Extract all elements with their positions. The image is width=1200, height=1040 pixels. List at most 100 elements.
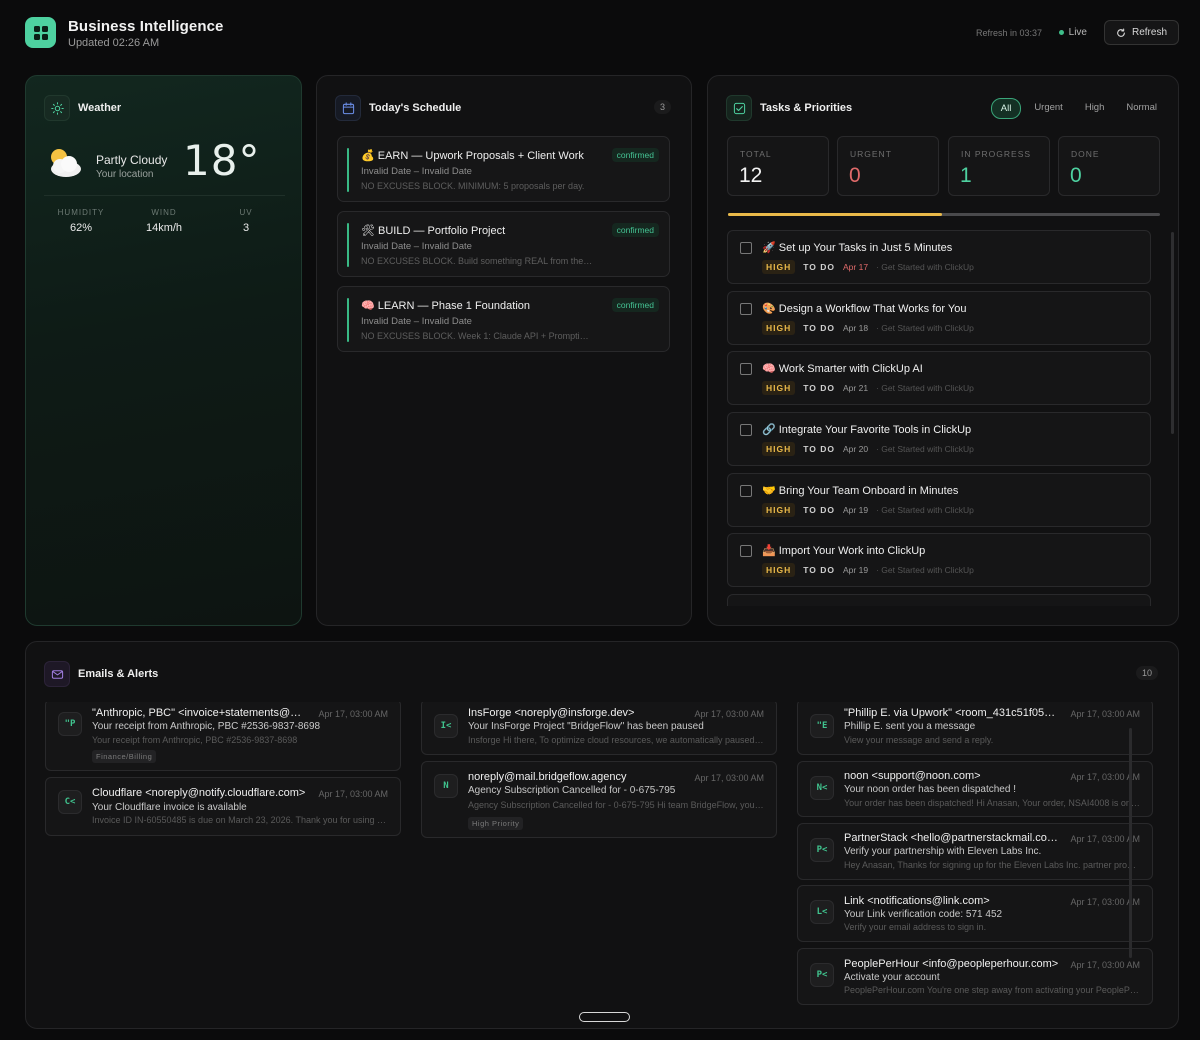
task-item[interactable]: 🎨 Design a Workflow That Works for You H… [727,291,1151,345]
task-item[interactable]: 🔗 Integrate Your Favorite Tools in Click… [727,412,1151,466]
priority-badge: HIGH [762,381,796,395]
task-title: 🤝 Bring Your Team Onboard in Minutes [762,485,959,497]
task-meta: HIGH TO DO Apr 19 · Get Started with Cli… [762,503,974,517]
task-item[interactable]: 🤝 Bring Your Team Onboard in Minutes HIG… [727,473,1151,527]
schedule-count-badge: 3 [653,100,671,114]
filter-all[interactable]: All [990,98,1022,119]
email-time: Apr 17, 03:00 AM [318,789,388,799]
task-list[interactable]: 🚀 Set up Your Tasks in Just 5 Minutes HI… [727,230,1163,606]
email-item[interactable]: N< noon <support@noon.com> Apr 17, 03:00… [797,761,1153,817]
email-list[interactable]: "P "Anthropic, PBC" <invoice+statements@… [26,702,1178,1022]
task-source: · Get Started with ClickUp [876,323,974,333]
task-item[interactable]: 📥 Import Your Work into ClickUp HIGH TO … [727,533,1151,587]
email-sender: Cloudflare <noreply@notify.cloudflare.co… [92,787,306,799]
weather-condition: Partly Cloudy [96,153,168,167]
emails-card: Emails & Alerts 10 "P "Anthropic, PBC" <… [25,641,1179,1029]
task-source: · Get Started with ClickUp [876,565,974,575]
task-title: 📥 Import Your Work into ClickUp [762,545,926,557]
task-checkbox[interactable] [740,242,752,254]
task-checkbox[interactable] [740,424,752,436]
email-preview: PeoplePerHour.com You're one step away f… [844,985,1140,995]
email-time: Apr 17, 03:00 AM [318,709,388,719]
email-list-scrollbar[interactable] [1129,728,1132,958]
schedule-item-date: Invalid Date – Invalid Date [361,166,472,177]
email-sender: noreply@mail.bridgeflow.agency [468,771,627,783]
task-list-scrollbar[interactable] [1171,232,1174,434]
task-status: TO DO [803,383,836,393]
filter-high[interactable]: High [1076,98,1114,119]
filter-urgent[interactable]: Urgent [1025,98,1072,119]
email-sender: InsForge <noreply@insforge.dev> [468,707,635,719]
email-time: Apr 17, 03:00 AM [694,709,764,719]
stat-in-progress: IN PROGRESS 1 [948,136,1050,196]
task-item[interactable]: 🚀 Set up Your Tasks in Just 5 Minutes HI… [727,230,1151,284]
uv-value: 3 [242,222,250,234]
task-meta: HIGH TO DO Apr 18 · Get Started with Cli… [762,321,974,335]
task-source-label: Get Started with ClickUp [881,444,974,454]
task-source: · Get Started with ClickUp [876,383,974,393]
weather-divider [44,195,285,196]
task-checkbox[interactable] [740,545,752,557]
uv-label: UV [239,208,253,217]
task-status: TO DO [803,323,836,333]
task-source-label: Get Started with ClickUp [881,383,974,393]
mail-icon [44,661,70,687]
email-subject: Your InsForge Project "BridgeFlow" has b… [468,721,704,732]
email-subject: Your Cloudflare invoice is available [92,802,247,813]
email-subject: Activate your account [844,972,940,983]
home-indicator[interactable] [579,1012,630,1022]
schedule-accent-bar [347,148,349,192]
task-item-partial[interactable] [727,594,1151,606]
schedule-item[interactable]: 🧠 LEARN — Phase 1 Foundation Invalid Dat… [337,286,670,352]
priority-badge: HIGH [762,260,796,274]
task-item[interactable]: 🧠 Work Smarter with ClickUp AI HIGH TO D… [727,351,1151,405]
emails-title: Emails & Alerts [78,668,159,680]
schedule-item-title: 🧠 LEARN — Phase 1 Foundation [361,300,531,312]
email-sender: Link <notifications@link.com> [844,895,990,907]
email-item[interactable]: P< PeoplePerHour <info@peopleperhour.com… [797,948,1153,1005]
refresh-button[interactable]: Refresh [1104,20,1179,45]
email-subject: Your noon order has been dispatched ! [844,784,1016,795]
email-subject: Your Link verification code: 571 452 [844,909,1003,920]
email-label-tag: High Priority [468,817,524,830]
task-title: 🚀 Set up Your Tasks in Just 5 Minutes [762,242,953,254]
status-badge: confirmed [611,148,659,162]
email-item[interactable]: P< PartnerStack <hello@partnerstackmail.… [797,823,1153,880]
status-badge: confirmed [611,298,659,312]
email-time: Apr 17, 03:00 AM [694,773,764,783]
wind-label: WIND [151,208,177,217]
email-item[interactable]: "E "Phillip E. via Upwork" <room_431c51f… [797,702,1153,755]
task-checkbox[interactable] [740,363,752,375]
schedule-accent-bar [347,298,349,342]
email-item[interactable]: C< Cloudflare <noreply@notify.cloudflare… [45,777,401,836]
task-progress-fill [728,213,942,216]
email-item[interactable]: I< InsForge <noreply@insforge.dev> Apr 1… [421,702,777,755]
schedule-item[interactable]: 💰 EARN — Upwork Proposals + Client Work … [337,136,670,202]
email-avatar: L< [810,900,834,924]
stat-value: 0 [1070,164,1082,187]
stat-label: TOTAL [740,149,772,159]
email-sender: noon <support@noon.com> [844,770,981,782]
email-item[interactable]: L< Link <notifications@link.com> Apr 17,… [797,885,1153,942]
live-dot-icon [1058,30,1064,35]
weather-title: Weather [78,102,122,114]
schedule-item[interactable]: 🛠 BUILD — Portfolio Project Invalid Date… [337,211,670,277]
live-label: Live [1068,27,1087,38]
stat-total: TOTAL 12 [727,136,829,196]
last-updated: Updated 02:26 AM [68,37,160,49]
tasks-title: Tasks & Priorities [760,102,853,114]
email-item[interactable]: "P "Anthropic, PBC" <invoice+statements@… [45,702,401,771]
task-due-date: Apr 19 [843,505,869,515]
partly-cloudy-icon [51,149,81,177]
email-item[interactable]: N noreply@mail.bridgeflow.agency Apr 17,… [421,761,777,838]
schedule-item-date: Invalid Date – Invalid Date [361,316,472,327]
humidity-stat: HUMIDITY 62% [46,208,116,234]
email-sender: PartnerStack <hello@partnerstackmail.com… [844,832,1059,844]
filter-normal[interactable]: Normal [1117,98,1166,119]
weather-card: Weather Partly Cloudy Your location 18° … [25,75,302,626]
email-time: Apr 17, 03:00 AM [1070,960,1140,970]
task-checkbox[interactable] [740,485,752,497]
tasks-card: Tasks & Priorities All Urgent High Norma… [707,75,1179,626]
task-title: 🧠 Work Smarter with ClickUp AI [762,363,923,375]
task-checkbox[interactable] [740,303,752,315]
